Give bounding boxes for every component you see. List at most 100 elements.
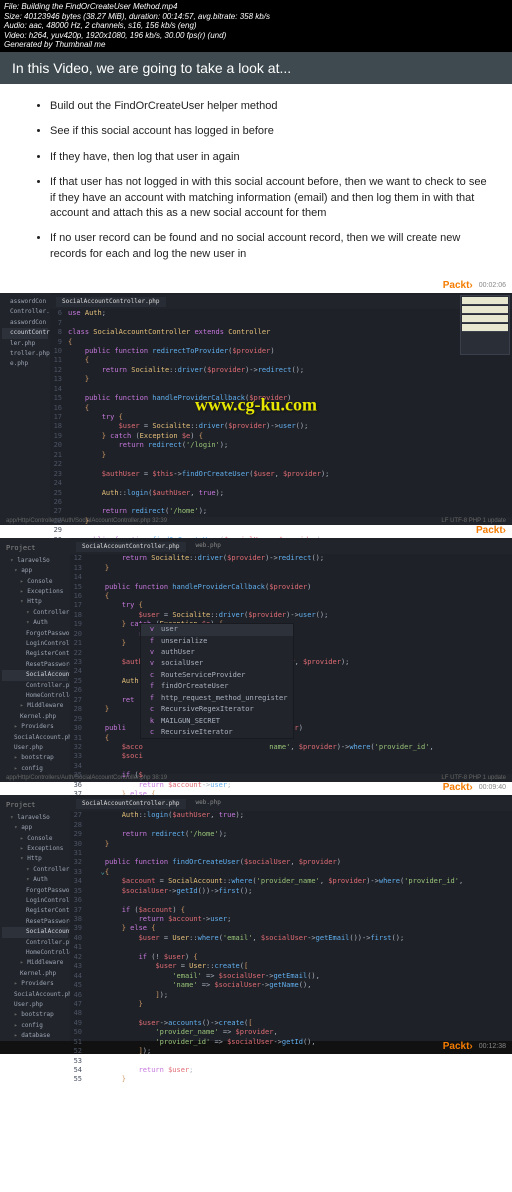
slide-bullet: If they have, then log that user in agai… — [50, 150, 487, 165]
tree-file[interactable]: Kernel.php — [2, 969, 68, 979]
slide-bullet: If no user record can be found and no so… — [50, 231, 487, 262]
tree-file[interactable]: HomeController.ph — [2, 691, 68, 701]
slide-bullet: If that user has not logged in with this… — [50, 175, 487, 221]
brand-row: Packt› 00:02:06 — [0, 280, 512, 293]
meta-generated: Generated by Thumbnail me — [4, 40, 508, 50]
tree-folder[interactable]: Auth — [2, 618, 68, 628]
panel-row — [462, 315, 508, 323]
slide-body: Build out the FindOrCreateUser helper me… — [0, 84, 512, 280]
tree-file[interactable]: SocialAccount.php — [2, 733, 68, 743]
tree-folder[interactable]: Controllers — [2, 865, 68, 875]
editor-tab[interactable]: SocialAccountController.php — [76, 542, 186, 552]
tree-file[interactable]: Controller.php — [2, 938, 68, 948]
tree-file[interactable]: ForgotPasswordCon — [2, 886, 68, 896]
tree-file[interactable]: HomeController.ph — [2, 948, 68, 958]
tree-file[interactable]: ResetPasswordCon — [2, 917, 68, 927]
slide-title: In this Video, we are going to take a lo… — [0, 52, 512, 84]
project-sidebar[interactable]: Project laravelSo app Console Exceptions… — [0, 538, 70, 774]
tree-file[interactable]: Controller.php — [2, 681, 68, 691]
git-panel[interactable] — [460, 295, 510, 355]
tree-item[interactable]: asswordCon — [2, 318, 48, 328]
panel-row — [462, 297, 508, 305]
meta-video: Video: h264, yuv420p, 1920x1080, 196 kb/… — [4, 31, 508, 41]
tree-folder[interactable]: Middleware — [2, 701, 68, 711]
tree-folder[interactable]: Console — [2, 577, 68, 587]
tree-item[interactable]: Controller.p — [2, 307, 48, 317]
panel-row — [462, 306, 508, 314]
editor-tab[interactable]: web.php — [196, 799, 221, 809]
tree-item[interactable]: troller.php — [2, 349, 48, 359]
editor-block-2: Project laravelSo app Console Exceptions… — [0, 538, 512, 774]
editor-block-1: asswordCon Controller.p asswordCon ccoun… — [0, 293, 512, 517]
tree-item[interactable]: e.php — [2, 359, 48, 369]
panel-row — [462, 324, 508, 332]
tree-folder[interactable]: Controllers — [2, 608, 68, 618]
tree-file[interactable]: LoginController.ph — [2, 896, 68, 906]
sidebar-truncated[interactable]: asswordCon Controller.p asswordCon ccoun… — [0, 293, 50, 517]
tree-file[interactable]: RegisterController. — [2, 649, 68, 659]
autocomplete-item[interactable]: ffindOrCreateUser — [141, 681, 293, 692]
autocomplete-item[interactable]: vsocialUser — [141, 658, 293, 669]
code-editor[interactable]: SocialAccountController.php web.php 27 A… — [70, 795, 512, 1041]
tree-item[interactable]: asswordCon — [2, 297, 48, 307]
project-sidebar[interactable]: Project laravelSo app Console Exceptions… — [0, 795, 70, 1041]
tree-file[interactable]: SocialAccountContr — [2, 670, 68, 680]
autocomplete-popup[interactable]: vuser funserialize vauthUser vsocialUser… — [140, 623, 294, 739]
slide-bullet: Build out the FindOrCreateUser helper me… — [50, 99, 487, 114]
slide-bullet: See if this social account has logged in… — [50, 124, 487, 139]
autocomplete-item[interactable]: kMAILGUN_SECRET — [141, 716, 293, 727]
tree-file[interactable]: RegisterController. — [2, 906, 68, 916]
tree-folder[interactable]: app — [2, 823, 68, 833]
autocomplete-item[interactable]: cRecursiveRegexIterator — [141, 704, 293, 715]
tree-folder[interactable]: bootstrap — [2, 1010, 68, 1020]
sidebar-title: Project — [2, 542, 68, 556]
code-editor[interactable]: SocialAccountController.php 6use Auth;78… — [50, 293, 512, 517]
tree-file[interactable]: User.php — [2, 743, 68, 753]
tree-folder[interactable]: app — [2, 566, 68, 576]
tabbar: SocialAccountController.php — [50, 295, 512, 309]
tree-file[interactable]: ForgotPasswordCon — [2, 629, 68, 639]
autocomplete-item[interactable]: cRecursiveIterator — [141, 727, 293, 738]
video-meta-header: File: Building the FindOrCreateUser Meth… — [0, 0, 512, 52]
autocomplete-item[interactable]: funserialize — [141, 636, 293, 647]
tree-item[interactable]: ccountContr — [2, 328, 48, 338]
autocomplete-item[interactable]: vauthUser — [141, 647, 293, 658]
tree-folder[interactable]: config — [2, 1021, 68, 1031]
tree-folder[interactable]: Exceptions — [2, 587, 68, 597]
tree-folder[interactable]: Providers — [2, 979, 68, 989]
editor-block-3: Project laravelSo app Console Exceptions… — [0, 795, 512, 1041]
tree-folder[interactable]: Console — [2, 834, 68, 844]
code-lines[interactable]: 27 Auth::login($authUser, true);2829 ret… — [70, 811, 512, 1085]
tree-file[interactable]: ResetPasswordCon — [2, 660, 68, 670]
meta-audio: Audio: aac, 48000 Hz, 2 channels, s16, 1… — [4, 21, 508, 31]
tree-folder[interactable]: Auth — [2, 875, 68, 885]
slide-bullet-list: Build out the FindOrCreateUser helper me… — [35, 99, 487, 262]
tree-file[interactable]: Kernel.php — [2, 712, 68, 722]
tree-folder[interactable]: database — [2, 1031, 68, 1041]
editor-tab[interactable]: web.php — [196, 542, 221, 552]
editor-tab[interactable]: SocialAccountController.php — [76, 799, 186, 809]
sidebar-title: Project — [2, 799, 68, 813]
tree-folder[interactable]: Providers — [2, 722, 68, 732]
tree-file[interactable]: LoginController.ph — [2, 639, 68, 649]
tree-item[interactable]: ler.php — [2, 339, 48, 349]
tree-folder[interactable]: laravelSo — [2, 813, 68, 823]
tree-folder[interactable]: Middleware — [2, 958, 68, 968]
tree-folder[interactable]: laravelSo — [2, 556, 68, 566]
tree-folder[interactable]: Http — [2, 854, 68, 864]
brand-logo: Packt› — [443, 280, 473, 291]
tree-folder[interactable]: Exceptions — [2, 844, 68, 854]
meta-file: File: Building the FindOrCreateUser Meth… — [4, 2, 508, 12]
code-editor[interactable]: SocialAccountController.php web.php 12 r… — [70, 538, 512, 774]
tree-folder[interactable]: bootstrap — [2, 753, 68, 763]
tree-folder[interactable]: config — [2, 764, 68, 774]
autocomplete-item[interactable]: cRouteServiceProvider — [141, 670, 293, 681]
tree-file[interactable]: SocialAccount.php — [2, 990, 68, 1000]
editor-tab[interactable]: SocialAccountController.php — [56, 297, 166, 307]
tree-file[interactable]: SocialAccountContr — [2, 927, 68, 937]
autocomplete-item[interactable]: fhttp_request_method_unregister — [141, 693, 293, 704]
tree-folder[interactable]: Http — [2, 597, 68, 607]
timestamp: 00:02:06 — [479, 282, 506, 289]
autocomplete-item[interactable]: vuser — [141, 624, 293, 635]
tree-file[interactable]: User.php — [2, 1000, 68, 1010]
